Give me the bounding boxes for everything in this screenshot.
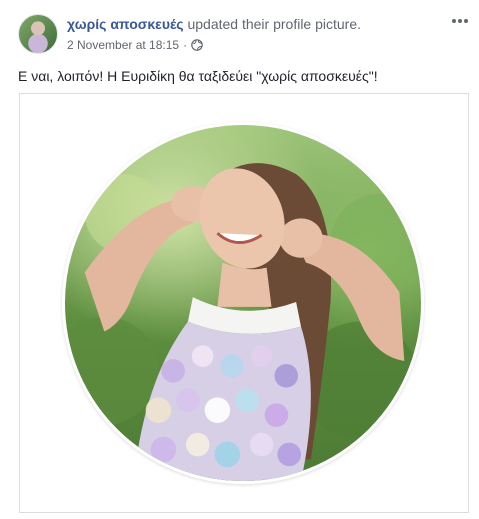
post-header: χωρίς αποσκευές updated their profile pi…: [67, 15, 361, 33]
globe-icon[interactable]: [191, 39, 203, 51]
profile-picture-illustration: [65, 163, 421, 481]
meta-separator: ·: [183, 38, 188, 52]
author-avatar[interactable]: [18, 14, 58, 54]
post-action-text: updated their profile picture.: [187, 16, 362, 32]
feed-post: χωρίς αποσκευές updated their profile pi…: [0, 0, 479, 519]
post-timestamp[interactable]: 2 November at 18:15: [67, 37, 179, 53]
post-text: Ε ναι, λοιπόν! Η Ευριδίκη θα ταξιδεύει "…: [18, 68, 378, 84]
more-options-icon[interactable]: [449, 12, 471, 30]
post-meta: 2 November at 18:15 ·: [67, 37, 203, 53]
profile-picture[interactable]: [62, 122, 424, 484]
author-name-link[interactable]: χωρίς αποσκευές: [67, 16, 184, 32]
